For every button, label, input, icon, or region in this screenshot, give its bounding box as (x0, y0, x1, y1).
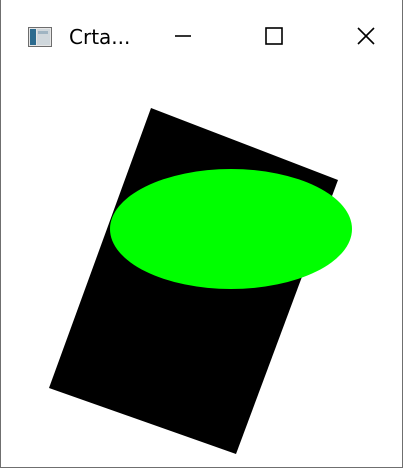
close-icon (357, 27, 375, 45)
app-window: Crta... (0, 0, 403, 468)
title-bar[interactable]: Crta... (1, 0, 402, 74)
window-app-icon (28, 27, 52, 47)
drawing-canvas (49, 108, 352, 454)
window-title: Crta... (69, 25, 131, 49)
drawing-area (1, 74, 402, 467)
minimize-button[interactable] (160, 14, 206, 58)
minimize-icon (175, 35, 191, 37)
maximize-button[interactable] (251, 14, 297, 58)
maximize-icon (265, 27, 283, 45)
green-ellipse (110, 169, 352, 289)
close-button[interactable] (343, 14, 389, 58)
